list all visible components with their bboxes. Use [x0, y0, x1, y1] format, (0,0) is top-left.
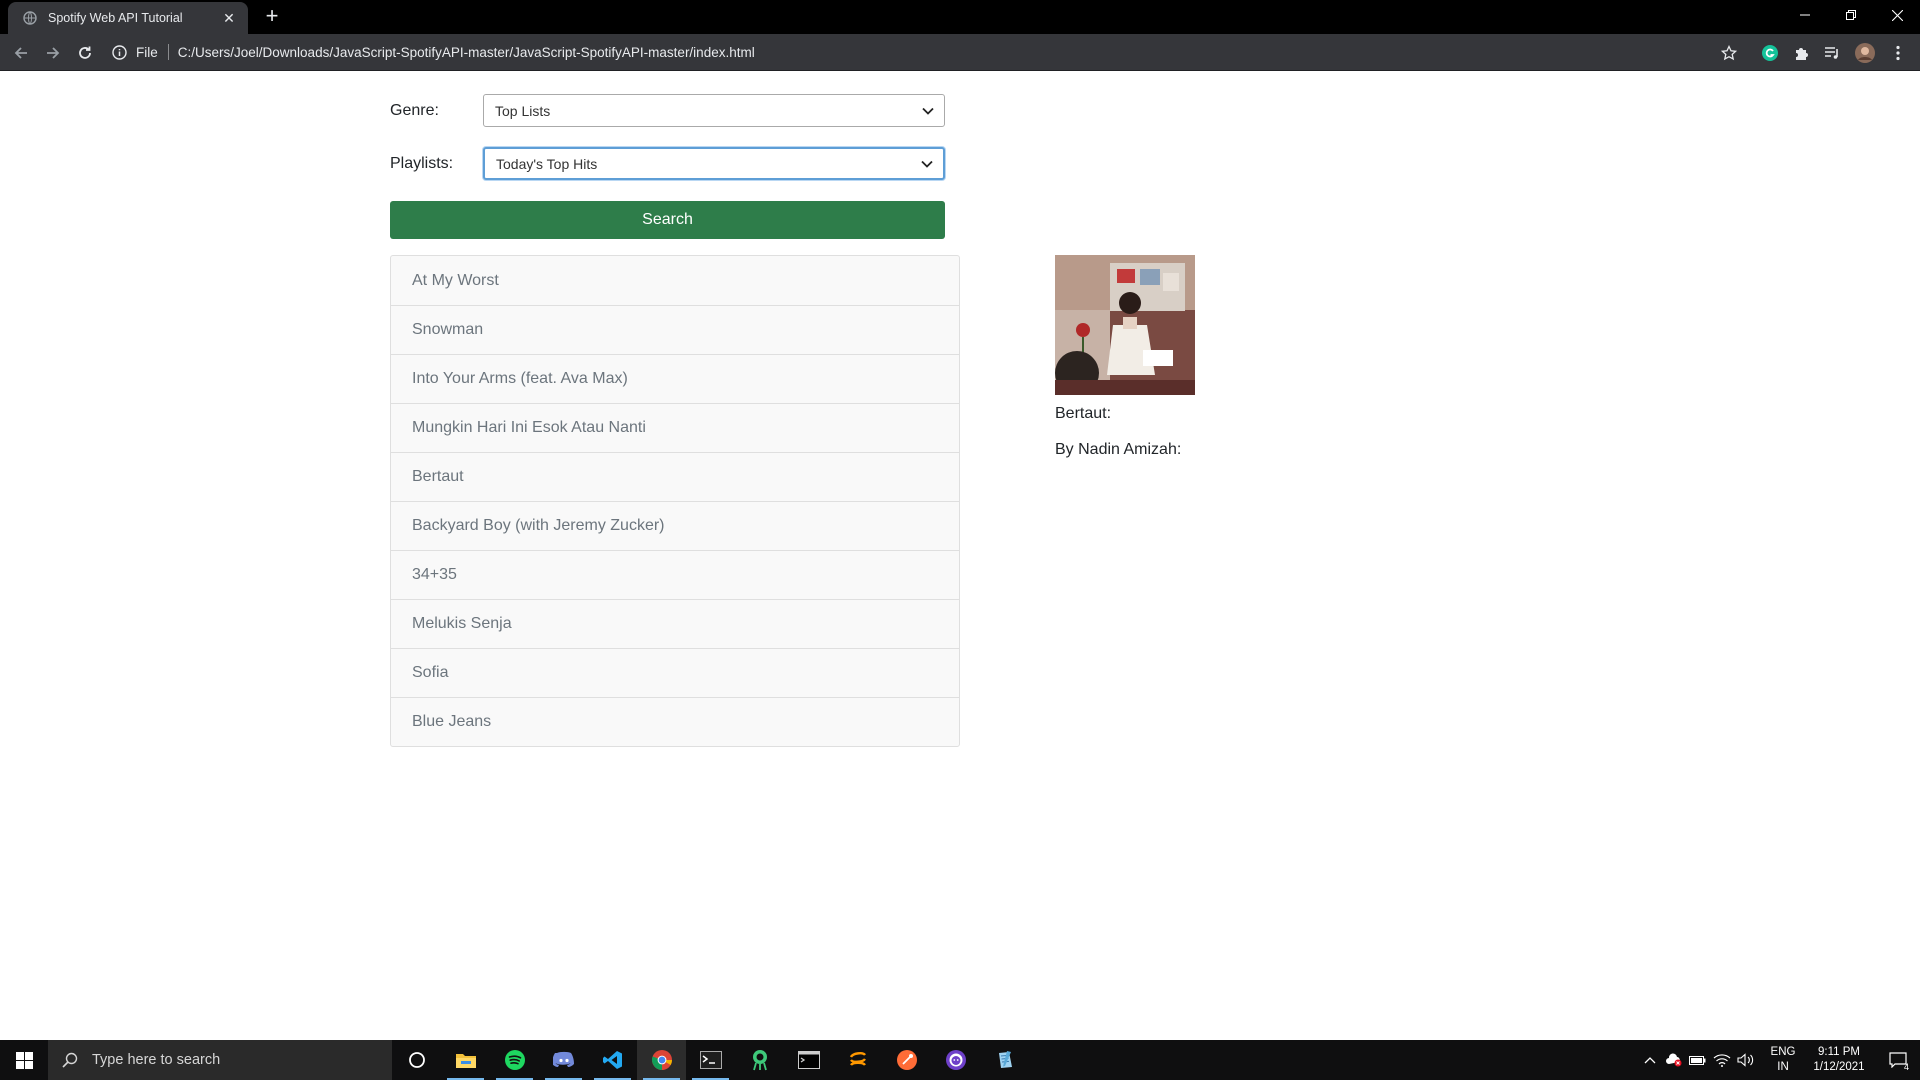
clock[interactable]: 9:11 PM 1/12/2021 — [1802, 1045, 1876, 1075]
forward-arrow-icon[interactable] — [40, 40, 66, 66]
track-list-item[interactable]: Mungkin Hari Ini Esok Atau Nanti — [391, 403, 959, 452]
globe-icon — [22, 10, 38, 26]
info-icon[interactable] — [110, 43, 128, 61]
window-controls — [1782, 0, 1920, 30]
chevron-up-icon[interactable] — [1638, 1040, 1662, 1080]
track-list-item[interactable]: Blue Jeans — [391, 697, 959, 746]
restore-button[interactable] — [1828, 0, 1874, 30]
track-list-item[interactable]: Sofia — [391, 648, 959, 697]
track-list-item[interactable]: 34+35 — [391, 550, 959, 599]
search-button[interactable]: Search — [390, 201, 945, 239]
close-window-button[interactable] — [1874, 0, 1920, 30]
chevron-down-icon — [921, 160, 933, 168]
address-bar[interactable]: File C:/Users/Joel/Downloads/JavaScript-… — [110, 38, 1790, 66]
extensions-puzzle-icon[interactable] — [1789, 41, 1813, 65]
more-menu-icon[interactable] — [1886, 41, 1910, 65]
track-list-item[interactable]: Melukis Senja — [391, 599, 959, 648]
url-scheme-label: File — [136, 44, 158, 60]
track-list-item[interactable]: Backyard Boy (with Jeremy Zucker) — [391, 501, 959, 550]
spotify-icon[interactable] — [490, 1040, 539, 1080]
cortana-icon[interactable] — [392, 1040, 441, 1080]
track-artist: By Nadin Amizah: — [1055, 441, 1182, 458]
wifi-icon[interactable] — [1710, 1040, 1734, 1080]
track-detail: Bertaut: By Nadin Amizah: — [1055, 255, 1195, 459]
windows-logo-icon — [15, 1051, 33, 1069]
track-list-item[interactable]: At My Worst — [391, 256, 959, 305]
language-code: ENG — [1770, 1046, 1796, 1058]
battery-icon[interactable] — [1686, 1040, 1710, 1080]
github-desktop-icon[interactable] — [931, 1040, 980, 1080]
web-page: Genre: Top Lists Playlists: Today's Top … — [0, 71, 1920, 1040]
bookmark-star-icon[interactable] — [1717, 41, 1741, 65]
tab-title: Spotify Web API Tutorial — [48, 11, 183, 25]
command-prompt-icon[interactable] — [784, 1040, 833, 1080]
minimize-button[interactable] — [1782, 0, 1828, 30]
album-art — [1055, 255, 1195, 395]
file-explorer-icon[interactable] — [441, 1040, 490, 1080]
sublime-text-icon[interactable] — [833, 1040, 882, 1080]
close-tab-icon[interactable]: ✕ — [220, 10, 238, 27]
track-list-item[interactable]: Bertaut — [391, 452, 959, 501]
taskbar-search-placeholder: Type here to search — [92, 1052, 221, 1068]
new-tab-button[interactable]: + — [260, 5, 284, 29]
browser-tab[interactable]: Spotify Web API Tutorial ✕ — [8, 2, 248, 34]
omnibox-divider — [167, 44, 169, 60]
track-list-item[interactable]: Snowman — [391, 305, 959, 354]
vscode-icon[interactable] — [588, 1040, 637, 1080]
chrome-icon[interactable] — [637, 1040, 686, 1080]
gitkraken-icon[interactable] — [735, 1040, 784, 1080]
playlists-row: Playlists: Today's Top Hits — [390, 147, 945, 180]
track-title: Bertaut: — [1055, 405, 1112, 422]
region-code: IN — [1777, 1061, 1789, 1073]
clock-date: 1/12/2021 — [1813, 1061, 1865, 1073]
browser-toolbar: File C:/Users/Joel/Downloads/JavaScript-… — [0, 34, 1920, 71]
track-list-item[interactable]: Into Your Arms (feat. Ava Max) — [391, 354, 959, 403]
terminal-icon[interactable] — [686, 1040, 735, 1080]
track-list: At My Worst Snowman Into Your Arms (feat… — [390, 255, 960, 747]
search-icon — [62, 1052, 78, 1068]
postman-icon[interactable] — [882, 1040, 931, 1080]
genre-select[interactable]: Top Lists — [483, 94, 945, 127]
windows-taskbar: Type here to search ENG IN 9:11 PM 1/12/… — [0, 1040, 1920, 1080]
start-button[interactable] — [0, 1040, 48, 1080]
input-language[interactable]: ENG IN — [1764, 1045, 1802, 1075]
volume-icon[interactable] — [1734, 1040, 1758, 1080]
clock-time: 9:11 PM — [1818, 1046, 1860, 1058]
profile-avatar-icon[interactable] — [1853, 41, 1877, 65]
chevron-down-icon — [922, 107, 934, 115]
reload-icon[interactable] — [72, 40, 98, 66]
browser-tab-bar: Spotify Web API Tutorial ✕ + — [0, 0, 1920, 34]
genre-row: Genre: Top Lists — [390, 94, 945, 127]
discord-icon[interactable] — [539, 1040, 588, 1080]
system-tray: ENG IN 9:11 PM 1/12/2021 4 — [1638, 1040, 1920, 1080]
playlists-label: Playlists: — [390, 154, 454, 172]
notepad-icon[interactable] — [980, 1040, 1029, 1080]
genre-label: Genre: — [390, 101, 439, 119]
playlists-selected-value: Today's Top Hits — [496, 155, 598, 172]
back-arrow-icon[interactable] — [8, 40, 34, 66]
action-center-button[interactable]: 4 — [1876, 1040, 1920, 1080]
url-text[interactable]: C:/Users/Joel/Downloads/JavaScript-Spoti… — [178, 45, 755, 60]
media-queue-icon[interactable] — [1820, 41, 1844, 65]
taskbar-search-box[interactable]: Type here to search — [48, 1040, 392, 1080]
playlists-select[interactable]: Today's Top Hits — [483, 147, 945, 180]
notification-count: 4 — [1903, 1062, 1909, 1072]
taskbar-apps — [392, 1040, 1029, 1080]
genre-selected-value: Top Lists — [495, 102, 551, 119]
cloud-sync-error-icon[interactable] — [1662, 1040, 1686, 1080]
grammarly-icon[interactable] — [1758, 41, 1782, 65]
